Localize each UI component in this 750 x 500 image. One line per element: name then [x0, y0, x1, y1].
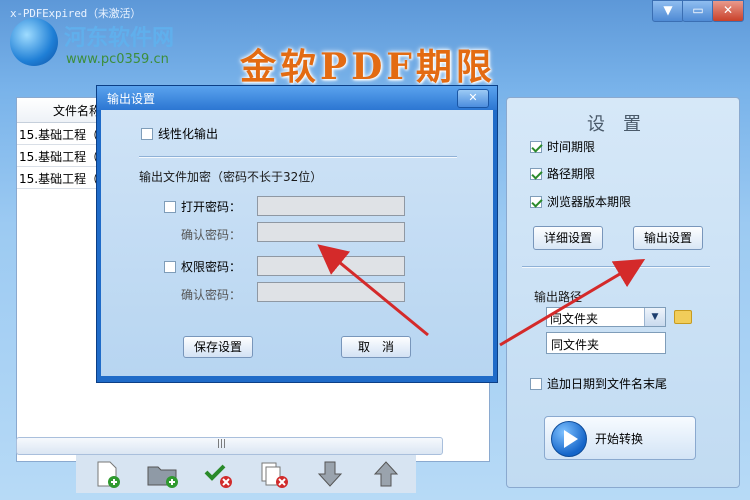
checkbox-box[interactable]	[530, 140, 542, 153]
output-settings-dialog: 输出设置 ✕ 线性化输出 输出文件加密（密码不长于32位） 打开密码： 确认密码…	[96, 85, 498, 383]
move-down-button[interactable]	[310, 458, 350, 490]
confirm-password-label: 确认密码：	[181, 228, 242, 242]
maximize-button[interactable]: ▭	[682, 0, 714, 22]
settings-title: 设置	[587, 114, 659, 135]
move-down-icon	[317, 461, 343, 487]
output-settings-button[interactable]: 输出设置	[633, 226, 703, 250]
append-date-checkbox[interactable]: 追加日期到文件名末尾	[530, 375, 667, 392]
watermark-logo-icon	[10, 18, 58, 66]
checkbox-box[interactable]	[141, 127, 153, 140]
linearize-checkbox[interactable]: 线性化输出	[141, 125, 218, 142]
remove-checked-button[interactable]	[198, 458, 238, 490]
output-path-select[interactable]: 同文件夹 ▼	[546, 307, 666, 327]
watermark-url: www.pc0359.cn	[66, 52, 169, 67]
dialog-close-button[interactable]: ✕	[457, 89, 489, 108]
chevron-down-icon[interactable]: ▼	[644, 308, 665, 326]
browser-version-limit-checkbox[interactable]: 浏览器版本期限	[530, 193, 631, 210]
remove-all-icon	[261, 462, 288, 488]
app-banner: 金软PDF期限	[240, 46, 496, 88]
play-icon	[551, 421, 587, 457]
add-folder-button[interactable]	[142, 458, 182, 490]
open-password-input[interactable]	[257, 196, 405, 216]
checkbox-box[interactable]	[164, 260, 176, 273]
checkbox-box[interactable]	[530, 167, 542, 180]
checkbox-label: 路径期限	[547, 167, 596, 181]
file-name-cell: 15.基础工程（	[19, 172, 99, 186]
move-up-button[interactable]	[366, 458, 406, 490]
output-path-select-value: 同文件夹	[550, 312, 599, 326]
checkbox-box[interactable]	[530, 377, 542, 390]
permission-password-checkbox[interactable]: 权限密码：	[164, 258, 241, 275]
checkbox-label: 时间期限	[547, 140, 596, 154]
settings-divider	[522, 266, 710, 268]
checkbox-label: 打开密码：	[181, 200, 242, 214]
minimize-button[interactable]: ▼	[652, 0, 684, 22]
close-button[interactable]: ✕	[712, 0, 744, 22]
save-settings-button[interactable]: 保存设置	[183, 336, 253, 358]
checkbox-label: 权限密码：	[181, 260, 242, 274]
file-toolbar	[76, 455, 416, 493]
checkbox-box[interactable]	[530, 195, 542, 208]
permission-password-input[interactable]	[257, 256, 405, 276]
confirm-password-label: 确认密码：	[181, 288, 242, 302]
add-file-icon	[97, 461, 120, 488]
time-limit-checkbox[interactable]: 时间期限	[530, 138, 595, 155]
browse-folder-icon[interactable]	[674, 310, 692, 324]
file-name-cell: 15.基础工程（	[19, 128, 99, 142]
confirm-permission-password-input[interactable]	[257, 282, 405, 302]
dialog-divider	[139, 156, 457, 158]
detail-settings-button[interactable]: 详细设置	[533, 226, 603, 250]
watermark: 河东软件网 www.pc0359.cn	[10, 10, 210, 70]
path-limit-checkbox[interactable]: 路径期限	[530, 165, 595, 182]
confirm-open-password-input[interactable]	[257, 222, 405, 242]
output-path-label: 输出路径	[534, 290, 583, 304]
checkbox-box[interactable]	[164, 200, 176, 213]
move-up-icon	[373, 461, 399, 487]
remove-all-button[interactable]	[254, 458, 294, 490]
add-file-button[interactable]	[86, 458, 126, 490]
watermark-name: 河东软件网	[64, 26, 175, 51]
add-folder-icon	[147, 466, 178, 488]
output-path-field[interactable]: 同文件夹	[546, 332, 666, 354]
checkbox-label: 浏览器版本期限	[547, 195, 632, 209]
file-name-cell: 15.基础工程（	[19, 150, 99, 164]
dialog-title-bar: 输出设置 ✕	[97, 86, 497, 110]
checkbox-label: 线性化输出	[158, 127, 219, 141]
open-password-checkbox[interactable]: 打开密码：	[164, 198, 241, 215]
dialog-title: 输出设置	[107, 92, 156, 106]
start-convert-label: 开始转换	[595, 432, 644, 446]
horizontal-scrollbar[interactable]: |||	[16, 437, 443, 455]
cancel-button[interactable]: 取 消	[341, 336, 411, 358]
output-path-field-value: 同文件夹	[551, 338, 600, 352]
scrollbar-grip: |||	[217, 439, 227, 449]
dialog-body: 线性化输出 输出文件加密（密码不长于32位） 打开密码： 确认密码： 权限密码：…	[101, 110, 493, 376]
start-convert-button[interactable]: 开始转换	[544, 416, 696, 460]
encrypt-section-label: 输出文件加密（密码不长于32位）	[139, 170, 323, 184]
column-file-name: 文件名称	[53, 104, 102, 118]
remove-checked-icon	[204, 464, 232, 488]
checkbox-label: 追加日期到文件名末尾	[547, 377, 668, 391]
